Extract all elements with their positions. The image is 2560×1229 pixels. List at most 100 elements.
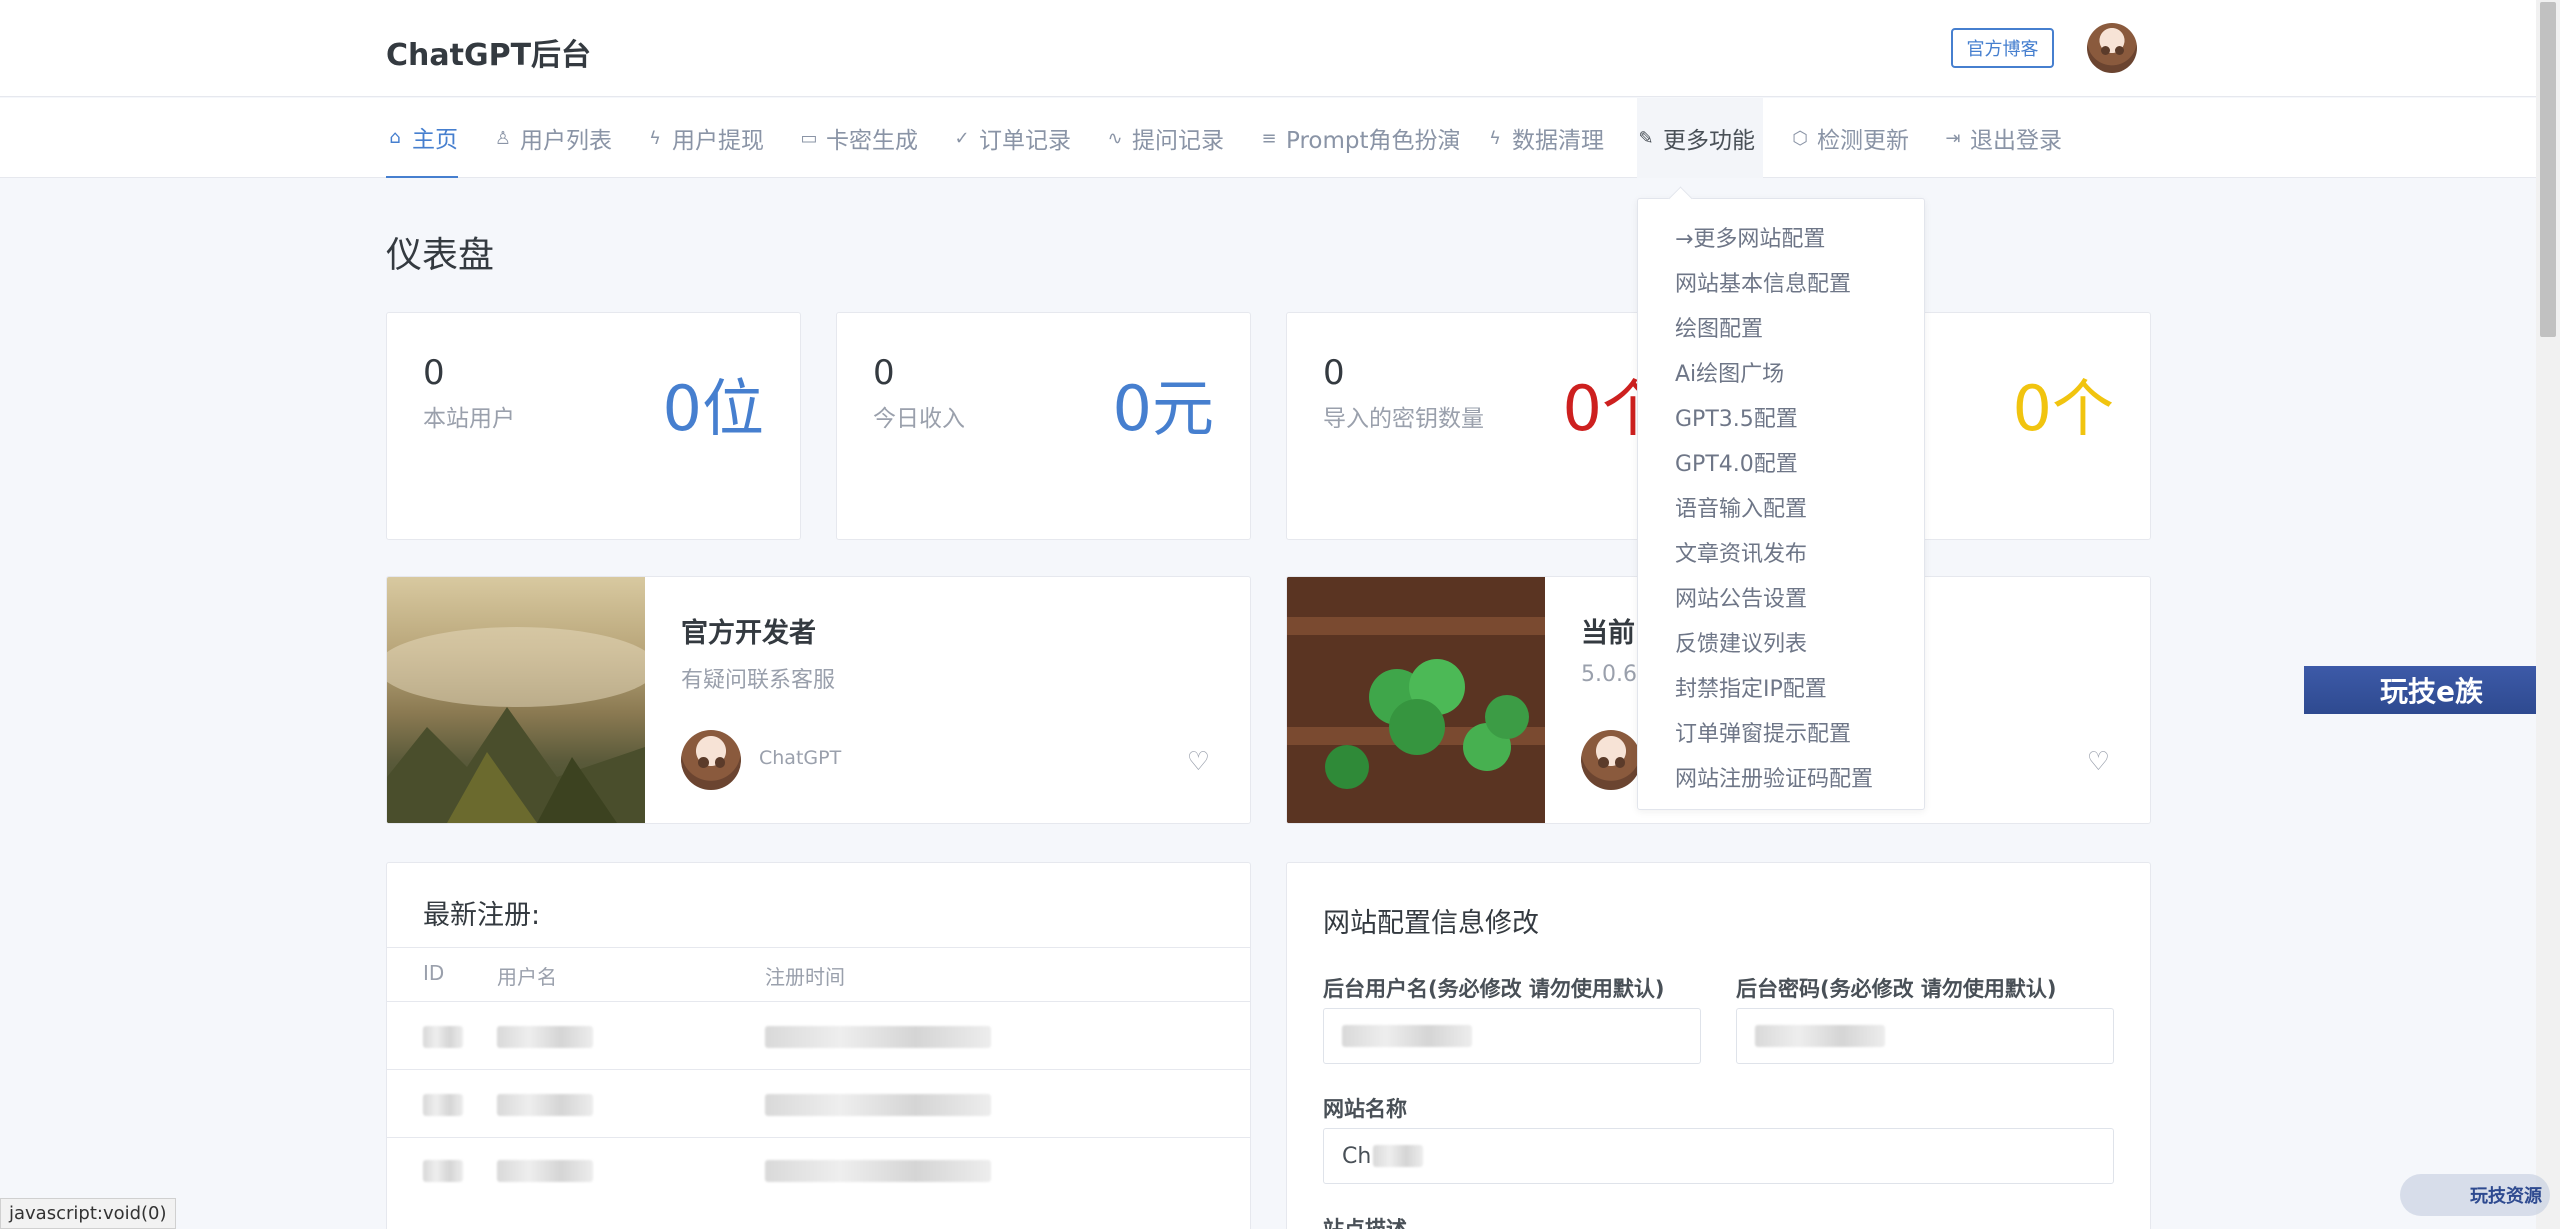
dropdown-item-feedback-list[interactable]: 反馈建议列表: [1675, 626, 1807, 658]
dropdown-item-article-publish[interactable]: 文章资讯发布: [1675, 536, 1807, 568]
calendar-icon: ▭: [800, 127, 818, 149]
nav-item-label: 退出登录: [1970, 128, 2062, 154]
official-blog-button[interactable]: 官方博客: [1951, 28, 2054, 68]
logout-icon: ⇥: [1945, 127, 1961, 149]
stat-big-value: 0元: [1112, 372, 1214, 445]
browser-status-bar: javascript:void(0): [0, 1198, 176, 1229]
watermark-logo: 玩技资源: [2400, 1174, 2550, 1216]
heart-icon[interactable]: ♡: [1187, 747, 1210, 777]
table-row[interactable]: [387, 1001, 1250, 1069]
nav-item-home[interactable]: ⌂ 主页: [386, 98, 458, 178]
nav-item-order-records[interactable]: ✓ 订单记录: [953, 98, 1071, 178]
column-header-username: 用户名: [497, 965, 557, 989]
landscape-photo: [387, 577, 657, 823]
version-avatar: [1581, 730, 1641, 790]
user-avatar[interactable]: [2087, 23, 2137, 73]
admin-username-label: 后台用户名(务必修改 请勿使用默认): [1323, 977, 1665, 1001]
brand-title[interactable]: ChatGPT后台: [386, 30, 591, 74]
nav-item-label: Prompt角色扮演: [1286, 128, 1461, 154]
site-description-label: 站点描述: [1323, 1217, 1407, 1229]
stat-label: 今日收入: [873, 406, 965, 432]
admin-password-field[interactable]: [1736, 1008, 2114, 1064]
site-config-title: 网站配置信息修改: [1323, 908, 1539, 939]
side-badge[interactable]: 玩技e族: [2304, 666, 2560, 714]
admin-password-label: 后台密码(务必修改 请勿使用默认): [1736, 977, 2057, 1001]
dropdown-item-announcement[interactable]: 网站公告设置: [1675, 581, 1807, 613]
developer-title: 官方开发者: [681, 618, 816, 649]
stat-value: 0: [873, 353, 895, 393]
clover-photo: [1287, 577, 1545, 823]
page-title: 仪表盘: [386, 235, 495, 276]
nav-item-prompt-roleplay[interactable]: ≡ Prompt角色扮演: [1260, 98, 1461, 178]
user-icon: ♙: [494, 127, 512, 149]
developer-avatar: [681, 730, 741, 790]
site-name-value: Ch: [1342, 1143, 1372, 1169]
check-circle-icon: ✓: [954, 127, 970, 149]
nav-item-data-cleanup[interactable]: ϟ 数据清理: [1486, 98, 1604, 178]
dropdown-item-ai-drawing-square[interactable]: Ai绘图广场: [1675, 356, 1784, 388]
stat-card-users: 0 本站用户 0位: [386, 312, 801, 540]
nav-item-label: 用户提现: [672, 128, 764, 154]
stat-value: 0: [1323, 353, 1345, 393]
dropdown-item-more-site-config[interactable]: →更多网站配置: [1675, 221, 1825, 253]
nav-item-label: 检测更新: [1817, 128, 1909, 154]
bolt-icon: ϟ: [649, 127, 661, 149]
column-header-register-time: 注册时间: [765, 965, 845, 989]
dropdown-item-gpt35-config[interactable]: GPT3.5配置: [1675, 401, 1798, 433]
site-name-label: 网站名称: [1323, 1097, 1407, 1121]
page-scrollbar[interactable]: [2536, 0, 2560, 1229]
version-title: 当前: [1581, 618, 1635, 649]
mountain-image: [387, 627, 657, 823]
heart-icon[interactable]: ♡: [2087, 747, 2110, 777]
table-row[interactable]: [387, 1137, 1250, 1205]
developer-name: ChatGPT: [759, 747, 842, 769]
nav-item-more-features[interactable]: ✎ 更多功能: [1637, 98, 1763, 178]
main-nav: ⌂ 主页 ♙ 用户列表 ϟ 用户提现 ▭ 卡密生成 ✓ 订单记录 ∿ 提问记录 …: [0, 98, 2536, 178]
nav-item-user-withdraw[interactable]: ϟ 用户提现: [646, 98, 764, 178]
stat-big-value: 0个: [2012, 372, 2114, 445]
dropdown-item-gpt40-config[interactable]: GPT4.0配置: [1675, 446, 1798, 478]
nav-item-check-update[interactable]: ⬡ 检测更新: [1791, 98, 1909, 178]
version-number: 5.0.6: [1581, 662, 1637, 687]
pen-icon: ✎: [1638, 127, 1654, 149]
bolt-icon: ϟ: [1489, 127, 1501, 149]
home-icon: ⌂: [389, 126, 401, 148]
stat-label: 本站用户: [423, 406, 515, 432]
nav-item-question-records[interactable]: ∿ 提问记录: [1106, 98, 1224, 178]
box-icon: ⬡: [1792, 127, 1808, 149]
admin-username-field[interactable]: [1323, 1008, 1701, 1064]
nav-item-card-generate[interactable]: ▭ 卡密生成: [800, 98, 918, 178]
dropdown-item-drawing-config[interactable]: 绘图配置: [1675, 311, 1763, 343]
more-features-dropdown: →更多网站配置 网站基本信息配置 绘图配置 Ai绘图广场 GPT3.5配置 GP…: [1637, 198, 1925, 810]
developer-card: 官方开发者 有疑问联系客服 ChatGPT ♡: [386, 576, 1251, 824]
latest-users-card: 最新注册: ID 用户名 注册时间: [386, 862, 1251, 1229]
nav-item-label: 订单记录: [979, 128, 1071, 154]
table-row[interactable]: [387, 1069, 1250, 1137]
nav-item-label: 卡密生成: [826, 128, 918, 154]
stat-card-income: 0 今日收入 0元: [836, 312, 1251, 540]
dropdown-item-basic-info-config[interactable]: 网站基本信息配置: [1675, 266, 1851, 298]
dropdown-item-captcha-config[interactable]: 网站注册验证码配置: [1675, 761, 1873, 793]
activity-icon: ∿: [1107, 127, 1123, 149]
nav-item-user-list[interactable]: ♙ 用户列表: [494, 98, 612, 178]
scrollbar-thumb[interactable]: [2540, 2, 2556, 337]
nav-item-label: 更多功能: [1663, 128, 1755, 154]
stat-label: 导入的密钥数量: [1323, 406, 1484, 432]
clover-image: [1287, 577, 1545, 823]
database-icon: ≡: [1261, 127, 1277, 149]
latest-users-title: 最新注册:: [423, 900, 541, 931]
top-header: ChatGPT后台 官方博客: [0, 0, 2536, 97]
stat-big-value: 0位: [662, 372, 764, 445]
dropdown-item-voice-input-config[interactable]: 语音输入配置: [1675, 491, 1807, 523]
nav-item-label: 用户列表: [520, 128, 612, 154]
column-header-id: ID: [423, 961, 445, 985]
dropdown-item-ip-ban-config[interactable]: 封禁指定IP配置: [1675, 671, 1827, 703]
site-config-card: 网站配置信息修改 后台用户名(务必修改 请勿使用默认) 后台密码(务必修改 请勿…: [1286, 862, 2151, 1229]
nav-item-label: 提问记录: [1132, 128, 1224, 154]
dropdown-item-order-popup-config[interactable]: 订单弹窗提示配置: [1675, 716, 1851, 748]
nav-item-label: 数据清理: [1512, 128, 1604, 154]
site-name-field[interactable]: Ch: [1323, 1128, 2114, 1184]
developer-subtitle: 有疑问联系客服: [681, 668, 836, 693]
stat-value: 0: [423, 353, 445, 393]
nav-item-logout[interactable]: ⇥ 退出登录: [1944, 98, 2062, 178]
